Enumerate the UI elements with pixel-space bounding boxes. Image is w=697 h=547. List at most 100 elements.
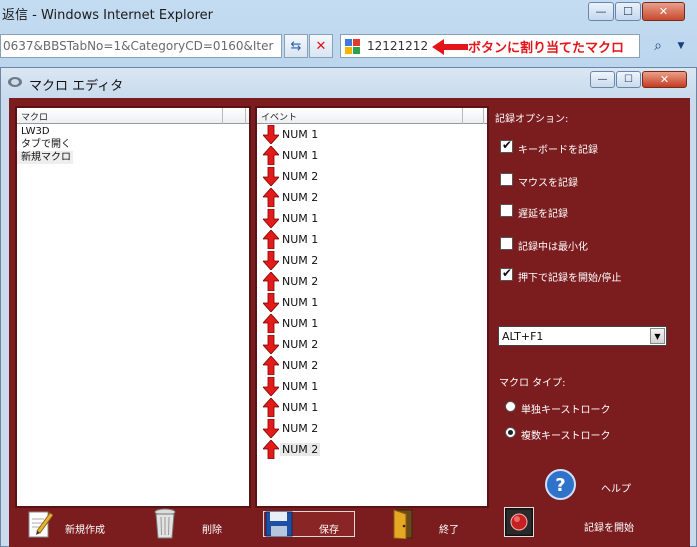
- event-label: NUM 1: [282, 401, 319, 414]
- event-label: NUM 1: [282, 317, 319, 330]
- key-down-arrow-icon: [263, 167, 279, 186]
- record-icon[interactable]: [504, 507, 534, 537]
- help-icon[interactable]: ?: [545, 469, 576, 500]
- exit-label[interactable]: 終了: [439, 521, 459, 536]
- help-label[interactable]: ヘルプ: [601, 480, 631, 495]
- event-list-item[interactable]: NUM 2: [257, 334, 487, 355]
- hotkey-select[interactable]: ALT+F1 ▼: [498, 326, 667, 346]
- event-label: NUM 2: [280, 443, 321, 456]
- save-label[interactable]: 保存: [319, 521, 339, 536]
- dialog-body: マクロ LW3D タブで開く 新規マクロ イベント NUM 1 NUM 1 NUM 2N…: [9, 98, 690, 547]
- key-down-arrow-icon: [263, 293, 279, 312]
- dialog-minimize-button[interactable]: —: [590, 71, 615, 88]
- record-delay-label: 遅延を記録: [518, 209, 568, 220]
- event-list-item[interactable]: NUM 1: [257, 208, 487, 229]
- search-dropdown-icon[interactable]: ▼: [672, 34, 690, 58]
- trash-icon[interactable]: [154, 508, 176, 540]
- event-list-item[interactable]: NUM 2: [257, 355, 487, 376]
- event-list[interactable]: イベント NUM 1 NUM 1 NUM 2 NUM 2 NUM 1 NUM 1 NUM 2…: [255, 106, 489, 508]
- record-keyboard-checkbox[interactable]: [500, 138, 513, 153]
- dialog-title: マクロ エディタ: [29, 79, 124, 94]
- new-macro-icon[interactable]: [27, 509, 53, 539]
- event-label: NUM 2: [282, 338, 319, 351]
- macro-list-header[interactable]: マクロ: [17, 108, 249, 124]
- event-list-item[interactable]: NUM 1: [257, 145, 487, 166]
- macro-type-heading: マクロ タイプ:: [499, 378, 566, 389]
- event-list-item[interactable]: NUM 2: [257, 439, 487, 460]
- column-separator[interactable]: [462, 108, 463, 124]
- new-macro-label[interactable]: 新規作成: [65, 521, 105, 536]
- event-label: NUM 2: [282, 275, 319, 288]
- event-label: NUM 2: [282, 359, 319, 372]
- svg-text:?: ?: [555, 475, 565, 496]
- minimize-while-recording-checkbox[interactable]: [500, 237, 513, 250]
- macro-list-item[interactable]: LW3D: [17, 124, 249, 137]
- hotkey-value: ALT+F1: [502, 330, 544, 343]
- event-list-item[interactable]: NUM 2: [257, 271, 487, 292]
- browser-minimize-button[interactable]: —: [588, 2, 614, 21]
- event-column-header: イベント: [261, 113, 298, 123]
- google-icon: [345, 39, 360, 54]
- event-label: NUM 2: [282, 170, 319, 183]
- key-down-arrow-icon: [263, 419, 279, 438]
- exit-door-icon[interactable]: [391, 509, 415, 539]
- event-list-item[interactable]: NUM 1: [257, 397, 487, 418]
- search-value: 12121212: [367, 39, 429, 53]
- event-label: NUM 1: [282, 380, 319, 393]
- dialog-maximize-button[interactable]: ☐: [616, 71, 641, 88]
- event-list-item[interactable]: NUM 2: [257, 250, 487, 271]
- event-list-item[interactable]: NUM 2: [257, 187, 487, 208]
- key-down-arrow-icon: [263, 377, 279, 396]
- macro-items: LW3D タブで開く 新規マクロ: [17, 124, 249, 164]
- annotation-label: ボタンに割り当てたマクロ: [468, 41, 625, 56]
- browser-close-button[interactable]: ✕: [642, 2, 685, 21]
- event-label: NUM 2: [282, 422, 319, 435]
- multi-keystroke-radio[interactable]: [505, 427, 516, 438]
- event-items: NUM 1 NUM 1 NUM 2 NUM 2 NUM 1 NUM 1 NUM 2 NUM 2…: [257, 124, 487, 460]
- start-recording-label[interactable]: 記録を開始: [584, 519, 634, 534]
- key-down-arrow-icon: [263, 251, 279, 270]
- press-to-toggle-recording-label: 押下で記録を開始/停止: [518, 273, 622, 284]
- record-mouse-checkbox[interactable]: [500, 173, 513, 186]
- column-separator[interactable]: [245, 108, 246, 124]
- address-bar[interactable]: 0637&BBSTabNo=1&CategoryCD=0160&Iter: [0, 34, 282, 58]
- press-to-toggle-recording-checkbox[interactable]: [500, 266, 513, 281]
- delete-label[interactable]: 削除: [202, 521, 222, 536]
- event-label: NUM 2: [282, 254, 319, 267]
- single-keystroke-radio[interactable]: [505, 401, 516, 412]
- stop-button[interactable]: ✕: [309, 34, 333, 58]
- event-label: NUM 1: [282, 212, 319, 225]
- record-keyboard-label: キーボードを記録: [518, 145, 598, 156]
- key-down-arrow-icon: [263, 209, 279, 228]
- macro-list-item[interactable]: タブで開く: [17, 137, 249, 150]
- record-delay-checkbox[interactable]: [500, 204, 513, 217]
- annotation-arrow-icon: [432, 39, 468, 55]
- search-icon[interactable]: ⌕: [646, 34, 670, 58]
- column-separator[interactable]: [222, 108, 223, 124]
- macro-editor-app-icon: [8, 77, 22, 87]
- key-up-arrow-icon: [263, 440, 279, 459]
- refresh-button[interactable]: ⇆: [284, 34, 308, 58]
- macro-editor-dialog: マクロ エディタ — ☐ ✕ マクロ LW3D タブで開く 新規マクロ イベント N…: [0, 67, 697, 547]
- key-up-arrow-icon: [263, 146, 279, 165]
- event-list-item[interactable]: NUM 1: [257, 376, 487, 397]
- multi-keystroke-label: 複数キーストローク: [521, 431, 611, 442]
- dialog-close-button[interactable]: ✕: [642, 71, 687, 88]
- floppy-disk-icon[interactable]: [265, 511, 293, 537]
- macro-list-item[interactable]: 新規マクロ: [17, 150, 249, 164]
- macro-list[interactable]: マクロ LW3D タブで開く 新規マクロ: [15, 106, 251, 508]
- chevron-down-icon[interactable]: ▼: [650, 328, 665, 344]
- column-separator[interactable]: [483, 108, 484, 124]
- event-list-item[interactable]: NUM 2: [257, 418, 487, 439]
- event-list-item[interactable]: NUM 1: [257, 124, 487, 145]
- macro-list-item-label: タブで開く: [21, 139, 71, 150]
- browser-maximize-button[interactable]: ☐: [615, 2, 641, 21]
- event-list-item[interactable]: NUM 2: [257, 166, 487, 187]
- event-label: NUM 1: [282, 149, 319, 162]
- key-up-arrow-icon: [263, 188, 279, 207]
- event-list-header[interactable]: イベント: [257, 108, 487, 124]
- event-list-item[interactable]: NUM 1: [257, 313, 487, 334]
- event-list-item[interactable]: NUM 1: [257, 229, 487, 250]
- event-list-item[interactable]: NUM 1: [257, 292, 487, 313]
- macro-list-item-label: LW3D: [21, 126, 50, 137]
